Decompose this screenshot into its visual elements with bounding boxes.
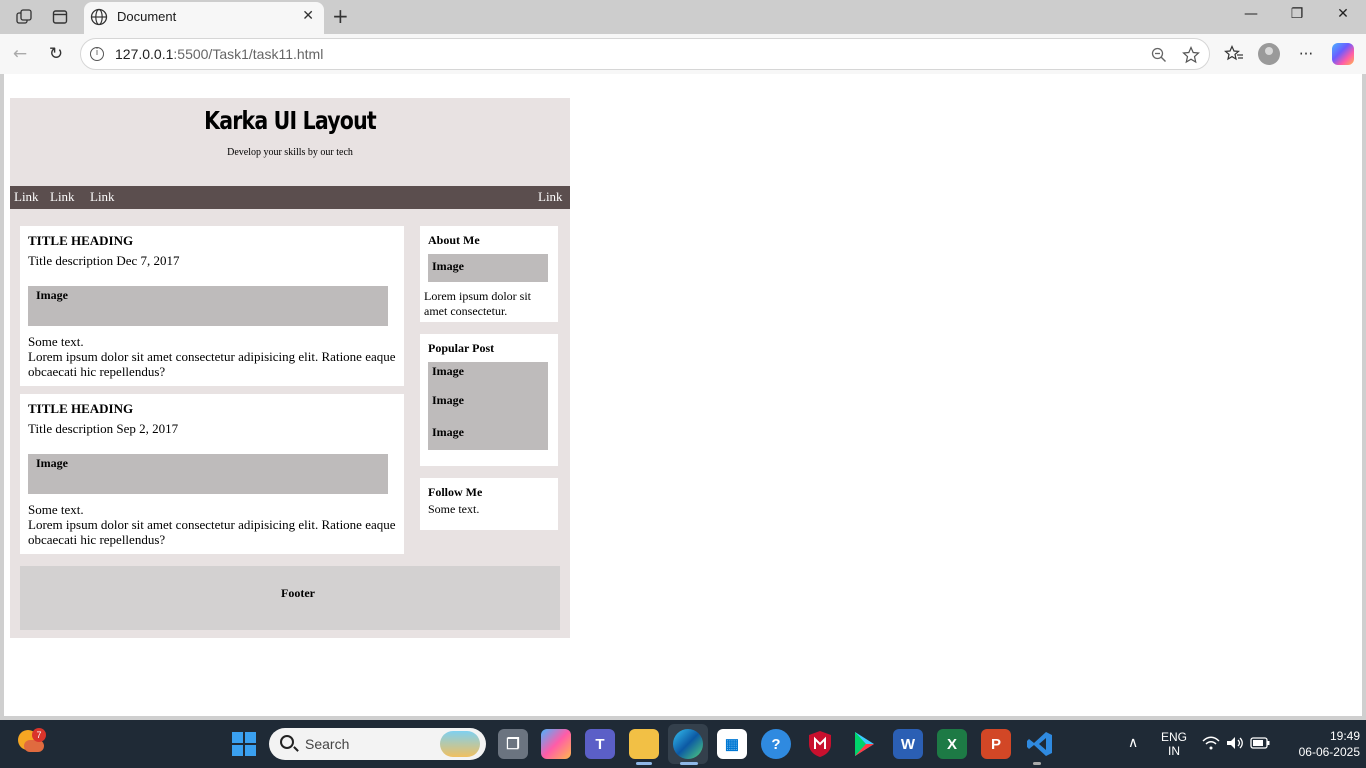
new-tab-icon[interactable]: + [332,4,349,28]
windows-start-icon[interactable] [232,732,256,756]
word-icon[interactable]: W [893,729,923,759]
powerpoint-icon[interactable]: P [981,729,1011,759]
image-label: Image [432,364,464,378]
taskbar: 7 Search ❐ T ▦ ? W X P ∧ ENG IN 19:49 06… [0,720,1366,768]
page-viewport: Karka UI Layout Develop your skills by o… [4,74,1362,716]
search-highlight-icon [440,731,480,757]
workspaces-icon[interactable] [13,6,35,28]
copilot-icon[interactable] [1332,43,1354,65]
post-card: TITLE HEADING Title description Sep 2, 2… [20,394,404,554]
nav-link-3[interactable]: Link [90,189,115,205]
post-heading: TITLE HEADING [28,233,134,248]
nav-link-right[interactable]: Link [538,189,563,205]
clock[interactable]: 19:49 06-06-2025 [1282,729,1360,759]
about-me-heading: About Me [428,233,480,247]
show-hidden-icons[interactable]: ∧ [1128,734,1138,751]
about-me-text: Lorem ipsum dolor sit amet consectetur. [424,289,531,318]
teams-icon[interactable]: T [585,729,615,759]
site-header: Karka UI Layout Develop your skills by o… [10,98,570,186]
layout-container: Karka UI Layout Develop your skills by o… [10,98,570,638]
back-icon[interactable]: ← [8,42,32,66]
site-title: Karka UI Layout [204,106,376,135]
post-text-line2: Lorem ipsum dolor sit amet consectetur a… [28,349,396,379]
tab-actions-icon[interactable] [49,6,71,28]
excel-icon[interactable]: X [937,729,967,759]
zoom-out-icon[interactable] [1151,47,1167,63]
post-text-line1: Some text. [28,502,84,517]
image-label: Image [36,288,68,302]
browser-toolbar: ← ↻ i 127.0.0.1:5500/Task1/task11.html ·… [0,34,1366,74]
about-me-card: About Me Image Lorem ipsum dolor sit ame… [420,226,558,322]
language-indicator[interactable]: ENG IN [1158,730,1190,758]
url-text: 127.0.0.1:5500/Task1/task11.html [115,46,324,62]
follow-me-card: Follow Me Some text. [420,478,558,530]
app-indicator [636,762,652,765]
search-placeholder: Search [305,736,350,752]
favorites-icon[interactable] [1224,45,1244,63]
close-window-icon[interactable]: ✕ [1328,6,1358,22]
nav-link-2[interactable]: Link [50,189,75,205]
weather-badge: 7 [32,728,46,742]
image-label: Image [432,393,464,407]
play-store-icon[interactable] [849,729,879,759]
store-icon[interactable]: ▦ [717,729,747,759]
post-heading: TITLE HEADING [28,401,134,416]
restore-icon[interactable]: ❐ [1282,6,1312,22]
app-indicator [1033,762,1041,765]
popular-post-heading: Popular Post [428,341,495,355]
close-tab-icon[interactable]: ✕ [302,8,314,24]
tab-title: Document [117,9,177,24]
clock-time: 19:49 [1329,729,1360,743]
post-body: Some text. Lorem ipsum dolor sit amet co… [28,334,398,379]
tab-bar: Document ✕ + — ❐ ✕ [0,0,1366,34]
language-code: ENG [1160,730,1187,744]
file-explorer-icon[interactable] [629,729,659,759]
refresh-icon[interactable]: ↻ [44,42,68,66]
post-description: Title description Dec 7, 2017 [28,253,180,268]
footer-label: Footer [281,586,315,600]
post-text-line1: Some text. [28,334,84,349]
post-image-placeholder: Image [28,454,388,494]
post-card: TITLE HEADING Title description Dec 7, 2… [20,226,404,386]
top-navigation: Link Link Link Link [10,186,570,209]
app-indicator-active [680,762,698,765]
volume-icon[interactable] [1226,736,1244,750]
popular-post-card: Popular Post Image Image Image [420,334,558,466]
globe-icon [90,8,108,26]
more-options-icon[interactable]: ··· [1294,42,1318,66]
nav-link-1[interactable]: Link [14,189,39,205]
post-body: Some text. Lorem ipsum dolor sit amet co… [28,502,398,547]
about-image-placeholder: Image [428,254,548,282]
popular-images-placeholder: Image Image Image [428,362,548,450]
address-bar[interactable]: i 127.0.0.1:5500/Task1/task11.html [80,38,1210,70]
copilot-app-icon[interactable] [541,729,571,759]
image-label: Image [36,456,68,470]
post-image-placeholder: Image [28,286,388,326]
mcafee-icon[interactable] [805,729,835,759]
profile-avatar[interactable] [1258,43,1280,65]
battery-icon[interactable] [1250,737,1270,749]
follow-me-text: Some text. [428,502,480,516]
site-info-icon[interactable]: i [90,47,104,61]
clock-date: 06-06-2025 [1298,745,1360,759]
vscode-icon[interactable] [1025,729,1055,759]
favorite-star-icon[interactable] [1182,46,1200,64]
image-label: Image [432,425,464,439]
post-text-line2: Lorem ipsum dolor sit amet consectetur a… [28,517,396,547]
site-footer: Footer [20,566,560,630]
follow-me-heading: Follow Me [428,485,483,499]
search-icon [280,735,294,749]
post-description: Title description Sep 2, 2017 [28,421,179,436]
tab-document[interactable]: Document ✕ [84,2,324,34]
minimize-icon[interactable]: — [1236,6,1266,22]
edge-icon[interactable] [673,729,703,759]
image-label: Image [432,259,464,273]
help-icon[interactable]: ? [761,729,791,759]
site-subtitle: Develop your skills by our tech [227,147,353,158]
task-view-icon[interactable]: ❐ [498,729,528,759]
region-code: IN [1168,744,1180,758]
taskbar-search[interactable]: Search [269,728,486,760]
wifi-icon[interactable] [1202,736,1220,750]
